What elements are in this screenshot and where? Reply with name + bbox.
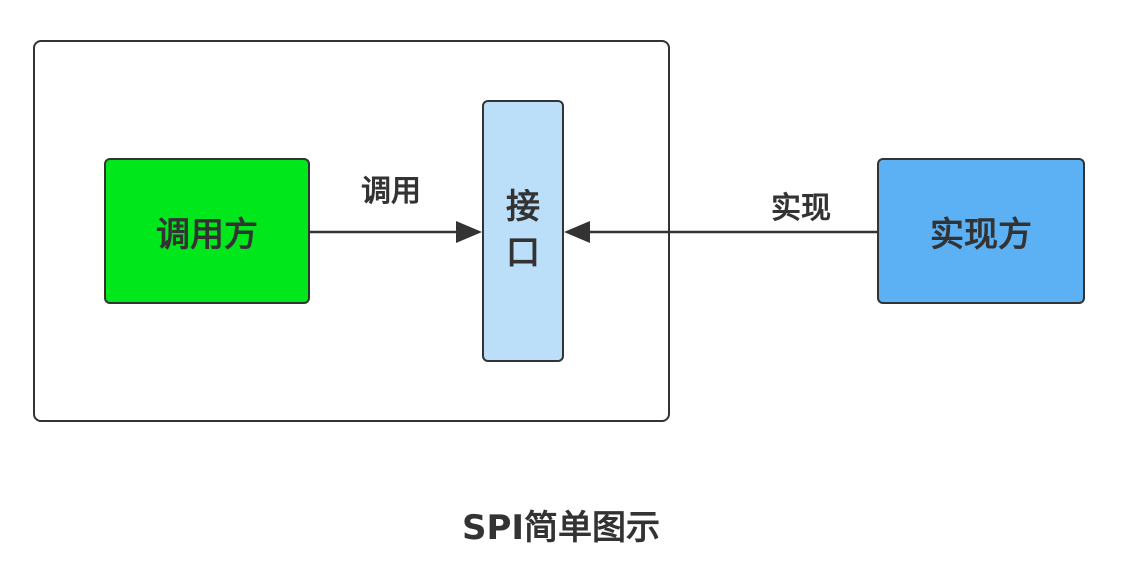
interface-node: 接口 — [482, 100, 564, 362]
caller-node: 调用方 — [104, 158, 310, 304]
call-edge-label: 调用 — [361, 174, 421, 209]
implementer-node: 实现方 — [877, 158, 1085, 304]
interface-label: 接口 — [506, 187, 540, 273]
caller-label: 调用方 — [156, 214, 258, 255]
implement-edge-label: 实现 — [771, 191, 831, 226]
diagram-caption: SPI简单图示 — [461, 508, 661, 548]
implementer-label: 实现方 — [930, 214, 1032, 255]
call-arrow — [310, 221, 482, 243]
